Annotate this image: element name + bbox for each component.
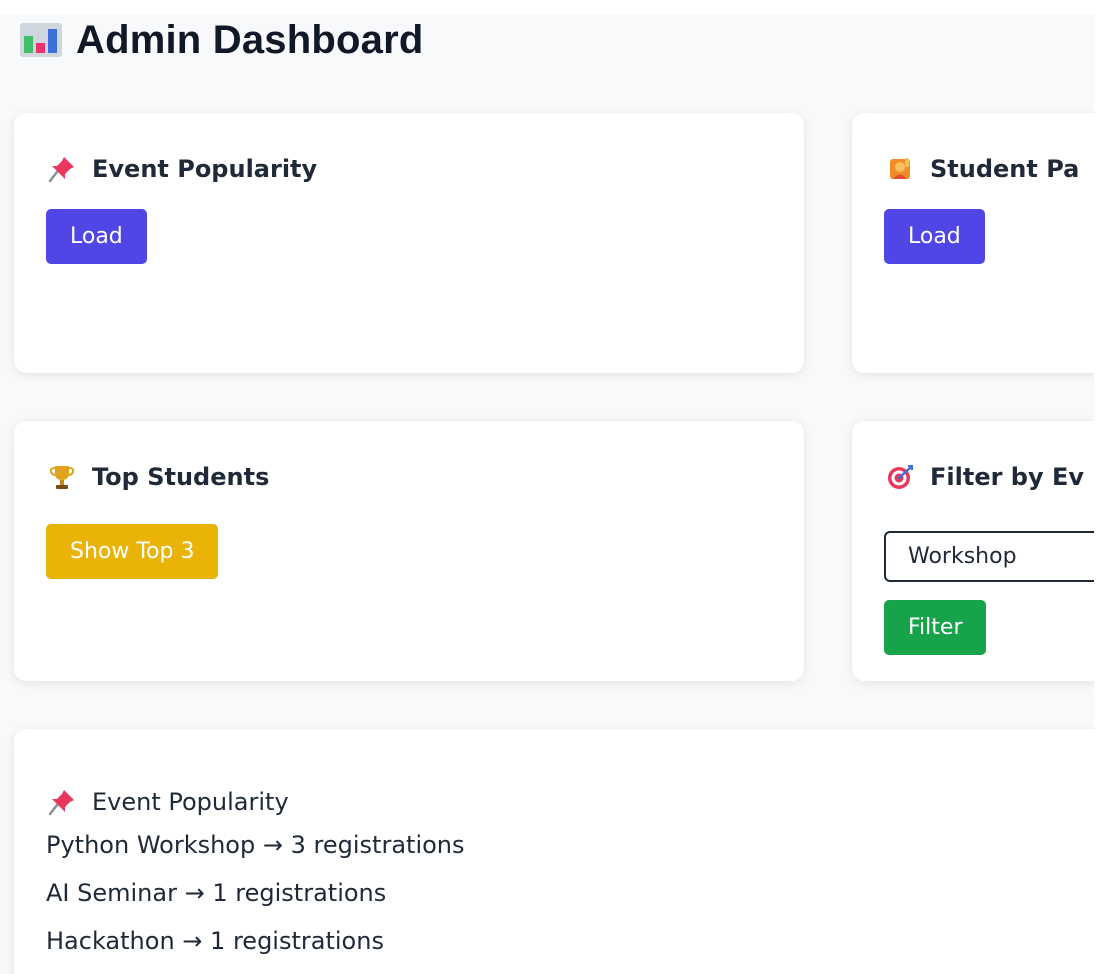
arrow: → <box>262 831 283 859</box>
registration-unit: registrations <box>232 927 384 955</box>
target-icon <box>884 463 916 491</box>
result-row: AI Seminar → 1 registrations <box>46 869 465 917</box>
card-title: Filter by Ev <box>930 463 1085 491</box>
page-header: Admin Dashboard <box>20 14 423 66</box>
student-participation-card: Student Pa Load <box>852 113 1094 373</box>
filter-by-event-card: Filter by Ev Filter <box>852 421 1094 681</box>
arrow: → <box>182 927 203 955</box>
registration-count: 1 <box>210 927 226 955</box>
load-student-participation-button[interactable]: Load <box>884 209 985 264</box>
load-event-popularity-button[interactable]: Load <box>46 209 147 264</box>
card-header: Filter by Ev <box>884 463 1084 491</box>
event-filter-input[interactable] <box>886 533 1094 580</box>
registration-count: 3 <box>290 831 306 859</box>
registration-unit: registrations <box>313 831 465 859</box>
card-title: Top Students <box>92 463 270 491</box>
card-title: Event Popularity <box>92 155 318 183</box>
card-header: Event Popularity <box>46 155 317 183</box>
pushpin-icon <box>46 155 78 183</box>
trophy-icon <box>46 463 78 491</box>
registration-count: 1 <box>212 879 228 907</box>
card-title: Student Pa <box>930 155 1080 183</box>
results-card: Event Popularity Python Workshop → 3 reg… <box>14 729 1094 974</box>
event-popularity-card: Event Popularity Load <box>14 113 804 373</box>
results-title: Event Popularity <box>92 788 289 816</box>
event-name: Python Workshop <box>46 831 256 859</box>
filter-button[interactable]: Filter <box>884 600 987 655</box>
registration-unit: registrations <box>235 879 387 907</box>
results-panel: Event Popularity Python Workshop → 3 reg… <box>46 783 465 965</box>
bar-chart-icon <box>20 23 62 57</box>
card-header: Student Pa <box>884 155 1079 183</box>
event-filter-input-wrapper <box>884 531 1094 582</box>
event-name: Hackathon <box>46 927 175 955</box>
person-raising-hand-icon <box>884 155 916 183</box>
event-name: AI Seminar <box>46 879 177 907</box>
result-row: Python Workshop → 3 registrations <box>46 821 465 869</box>
pushpin-icon <box>46 788 78 816</box>
show-top-students-button[interactable]: Show Top 3 <box>46 524 219 579</box>
card-header: Top Students <box>46 463 269 491</box>
arrow: → <box>184 879 205 907</box>
page-title: Admin Dashboard <box>76 17 424 62</box>
results-header: Event Popularity <box>46 783 465 821</box>
dashboard-page: Admin Dashboard Event Popularity Load St… <box>0 14 1094 974</box>
top-students-card: Top Students Show Top 3 <box>14 421 804 681</box>
result-row: Hackathon → 1 registrations <box>46 917 465 965</box>
